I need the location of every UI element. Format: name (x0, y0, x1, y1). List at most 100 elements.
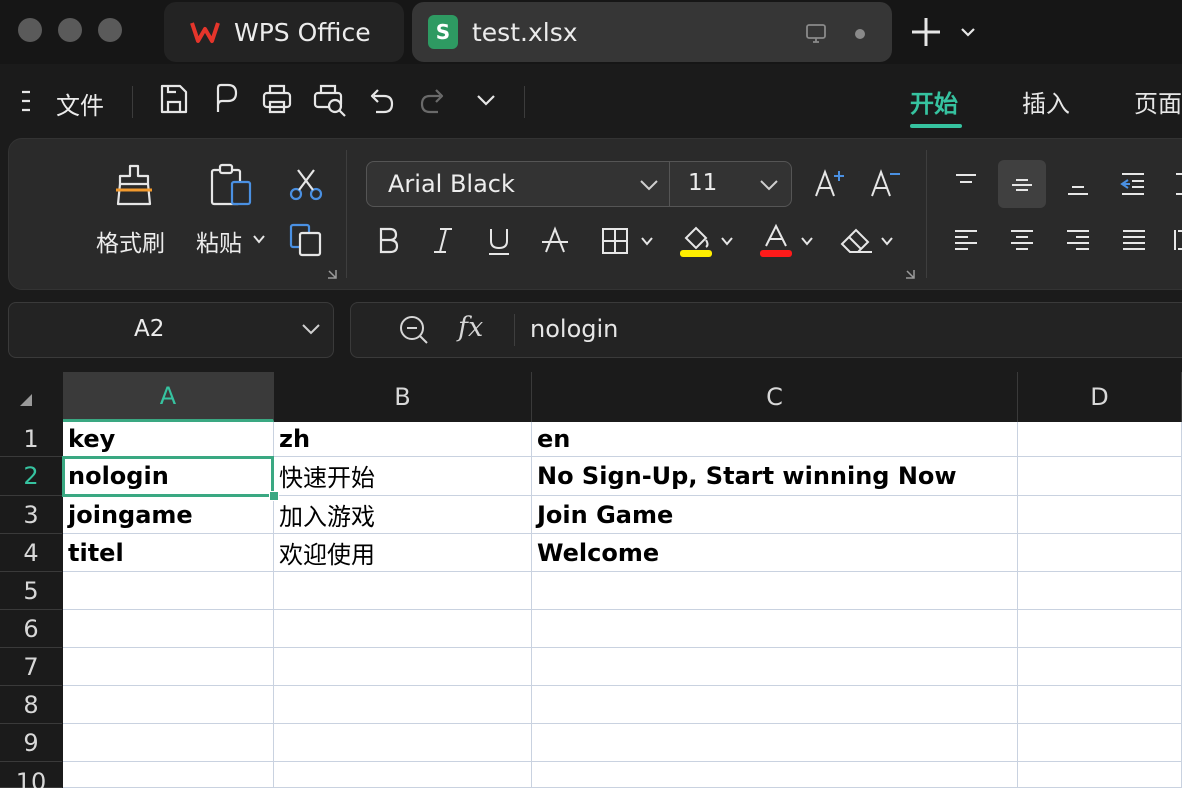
paste-label[interactable]: 粘贴 (196, 224, 242, 258)
justify-icon[interactable] (1120, 226, 1148, 254)
decrease-indent-icon[interactable] (1118, 170, 1148, 198)
column-header-b[interactable]: B (274, 372, 532, 422)
cell-d2[interactable] (1018, 457, 1182, 496)
monitor-icon[interactable] (804, 22, 828, 46)
redo-icon[interactable] (418, 82, 448, 116)
row-header-2[interactable]: 2 (0, 457, 62, 496)
new-tab-plus-icon[interactable] (910, 14, 942, 50)
name-box[interactable] (8, 302, 334, 358)
font-name-chevron-down-icon[interactable] (638, 176, 660, 194)
empty-cell[interactable] (1018, 610, 1182, 648)
empty-cell[interactable] (532, 686, 1018, 724)
decrease-font-size-icon[interactable] (868, 168, 904, 200)
paste-clipboard-icon[interactable] (208, 162, 256, 208)
format-painter-label[interactable]: 格式刷 (96, 224, 165, 258)
insert-function-fx-button[interactable]: fx (458, 312, 483, 343)
align-right-icon[interactable] (1064, 226, 1092, 254)
copy-icon[interactable] (288, 222, 324, 258)
cell-c2[interactable]: No Sign-Up, Start winning Now (532, 457, 1018, 496)
empty-cell[interactable] (274, 648, 532, 686)
clear-format-chevron-down-icon[interactable] (880, 234, 894, 248)
window-zoom-button[interactable] (98, 18, 122, 42)
tab-insert[interactable]: 插入 (1022, 84, 1070, 119)
italic-icon[interactable] (430, 226, 456, 254)
font-size-select[interactable]: 11 (688, 170, 717, 196)
font-settings-expand-icon[interactable] (904, 268, 916, 280)
empty-cell[interactable] (1018, 572, 1182, 610)
empty-cell[interactable] (274, 610, 532, 648)
empty-cell[interactable] (63, 686, 274, 724)
formula-input[interactable]: nologin (530, 315, 618, 343)
empty-cell[interactable] (532, 762, 1018, 788)
empty-cell[interactable] (532, 572, 1018, 610)
save-icon[interactable] (158, 82, 190, 116)
empty-cell[interactable] (63, 724, 274, 762)
fill-handle[interactable] (269, 491, 279, 501)
window-minimize-button[interactable] (58, 18, 82, 42)
empty-cell[interactable] (274, 724, 532, 762)
clear-format-eraser-icon[interactable] (838, 222, 874, 258)
empty-cell[interactable] (63, 610, 274, 648)
file-menu[interactable]: 文件 (56, 86, 104, 121)
empty-cell[interactable] (274, 686, 532, 724)
row-header-8[interactable]: 8 (0, 686, 62, 724)
fill-color-bucket-icon[interactable] (678, 222, 714, 258)
align-middle-icon[interactable] (1008, 170, 1036, 198)
fill-color-chevron-down-icon[interactable] (720, 234, 734, 248)
cell-a3[interactable]: joingame (63, 496, 274, 534)
column-header-c[interactable]: C (532, 372, 1018, 422)
empty-cell[interactable] (1018, 648, 1182, 686)
tab-page-layout[interactable]: 页面 (1134, 84, 1182, 119)
font-color-icon[interactable] (758, 222, 794, 258)
row-header-1[interactable]: 1 (0, 422, 62, 457)
row-header-10[interactable]: 10 (0, 762, 62, 788)
bold-icon[interactable] (376, 226, 402, 254)
cell-d3[interactable] (1018, 496, 1182, 534)
cell-c4[interactable]: Welcome (532, 534, 1018, 572)
undo-icon[interactable] (366, 82, 396, 116)
font-name-select[interactable]: Arial Black (388, 170, 515, 198)
window-close-button[interactable] (18, 18, 42, 42)
empty-cell[interactable] (1018, 762, 1182, 788)
row-header-7[interactable]: 7 (0, 648, 62, 686)
tab-wps-office[interactable]: WPS Office (164, 2, 404, 62)
empty-cell[interactable] (532, 724, 1018, 762)
cell-a4[interactable]: titel (63, 534, 274, 572)
row-header-3[interactable]: 3 (0, 496, 62, 534)
cell-b2[interactable]: 快速开始 (274, 457, 532, 496)
select-all-corner-icon[interactable] (18, 392, 34, 408)
distributed-align-icon[interactable] (1172, 226, 1182, 254)
zoom-search-icon[interactable] (398, 314, 430, 346)
empty-cell[interactable] (1018, 686, 1182, 724)
underline-icon[interactable] (486, 226, 512, 256)
cell-b3[interactable]: 加入游戏 (274, 496, 532, 534)
format-painter-icon[interactable] (112, 162, 156, 208)
borders-chevron-down-icon[interactable] (640, 234, 654, 248)
cell-b4[interactable]: 欢迎使用 (274, 534, 532, 572)
row-header-5[interactable]: 5 (0, 572, 62, 610)
align-left-icon[interactable] (952, 226, 980, 254)
font-size-chevron-down-icon[interactable] (758, 176, 780, 194)
print-icon[interactable] (260, 82, 294, 116)
tab-list-chevron-down-icon[interactable] (958, 22, 978, 42)
clipboard-expand-icon[interactable] (326, 268, 338, 280)
name-box-value[interactable]: A2 (134, 316, 164, 342)
cell-c1[interactable]: en (532, 422, 1018, 457)
empty-cell[interactable] (274, 762, 532, 788)
empty-cell[interactable] (1018, 724, 1182, 762)
cell-b1[interactable]: zh (274, 422, 532, 457)
paste-chevron-down-icon[interactable] (252, 232, 266, 246)
align-bottom-icon[interactable] (1064, 170, 1092, 198)
empty-cell[interactable] (63, 648, 274, 686)
strikethrough-icon[interactable] (540, 226, 570, 256)
empty-cell[interactable] (274, 572, 532, 610)
empty-cell[interactable] (63, 762, 274, 788)
empty-cell[interactable] (532, 648, 1018, 686)
cell-c3[interactable]: Join Game (532, 496, 1018, 534)
increase-indent-icon[interactable] (1172, 170, 1182, 198)
print-preview-icon[interactable] (312, 82, 348, 118)
hamburger-menu-icon[interactable] (20, 88, 42, 114)
font-color-chevron-down-icon[interactable] (800, 234, 814, 248)
align-top-icon[interactable] (952, 170, 980, 198)
column-header-d[interactable]: D (1018, 372, 1182, 422)
